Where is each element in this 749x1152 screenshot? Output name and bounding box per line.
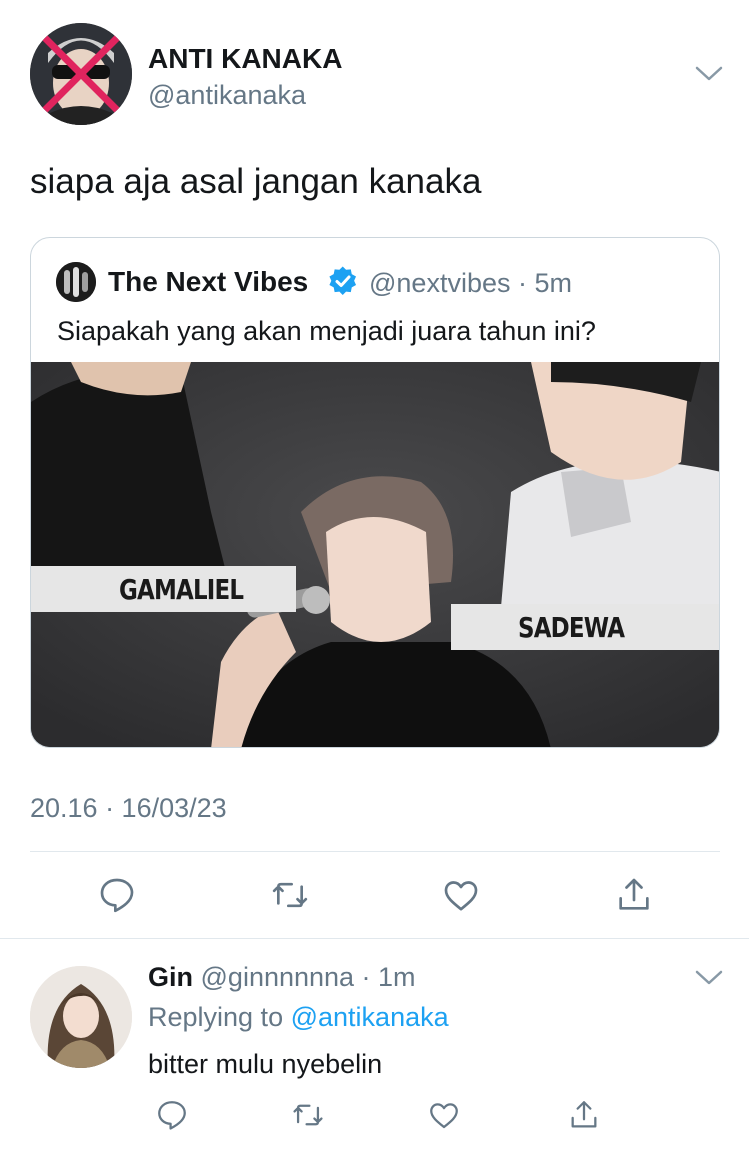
author-avatar[interactable]: [30, 23, 132, 125]
reply-header: Gin @ginnnnnna · 1m: [148, 962, 416, 993]
like-button[interactable]: [439, 873, 483, 917]
reply-chevron-down-icon[interactable]: [694, 968, 724, 988]
quoted-tweet-text: Siapakah yang akan menjadi juara tahun i…: [57, 316, 596, 346]
reply-reply-button[interactable]: [150, 1093, 194, 1137]
image-label-left: GAMALIEL: [119, 573, 244, 606]
replying-to-link[interactable]: @antikanaka: [291, 1002, 449, 1032]
verified-badge-icon: [328, 266, 358, 296]
share-icon: [571, 1101, 597, 1128]
share-icon: [619, 878, 649, 910]
divider: [30, 851, 720, 852]
quoted-tweet-card[interactable]: The Next Vibes @nextvibes · 5m Siapakah …: [30, 237, 720, 748]
replying-prefix: Replying to: [148, 1002, 284, 1032]
reply-icon: [158, 1101, 186, 1130]
retweet-button[interactable]: [268, 873, 312, 917]
quoted-author-name: The Next Vibes: [108, 266, 309, 297]
retweet-icon: [293, 1104, 323, 1126]
crossed-out-avatar: [30, 23, 132, 125]
quoted-author-handle: @nextvibes · 5m: [369, 268, 572, 298]
author-handle[interactable]: @antikanaka: [148, 80, 306, 111]
reply-share-button[interactable]: [562, 1093, 606, 1137]
section-divider: [0, 938, 749, 939]
tweet-timestamp[interactable]: 20.16 · 16/03/23: [30, 793, 227, 824]
reply-author-handle[interactable]: @ginnnnnna · 1m: [201, 962, 416, 992]
reply-like-button[interactable]: [422, 1093, 466, 1137]
heart-icon: [444, 881, 478, 911]
image-label-right: SADEWA: [518, 611, 625, 644]
reply-author-avatar[interactable]: [30, 966, 132, 1068]
replying-to-line: Replying to @antikanaka: [148, 1002, 449, 1033]
reply-author-name[interactable]: Gin: [148, 962, 193, 992]
reply-text: bitter mulu nyebelin: [148, 1049, 383, 1079]
reply-retweet-button[interactable]: [286, 1093, 330, 1137]
heart-icon: [430, 1103, 458, 1129]
reply-icon: [100, 878, 134, 913]
collage-photo: [31, 362, 719, 747]
share-button[interactable]: [612, 873, 656, 917]
quoted-tweet-image[interactable]: GAMALIEL SADEWA: [31, 362, 719, 747]
author-name[interactable]: ANTI KANAKA: [148, 43, 342, 75]
quoted-author-avatar: [56, 262, 96, 302]
tweet-text: siapa aja asal jangan kanaka: [30, 162, 482, 201]
reply-avatar-photo: [30, 966, 132, 1068]
retweet-icon: [272, 882, 308, 908]
reply-button[interactable]: [95, 873, 139, 917]
chevron-down-icon[interactable]: [694, 64, 724, 84]
